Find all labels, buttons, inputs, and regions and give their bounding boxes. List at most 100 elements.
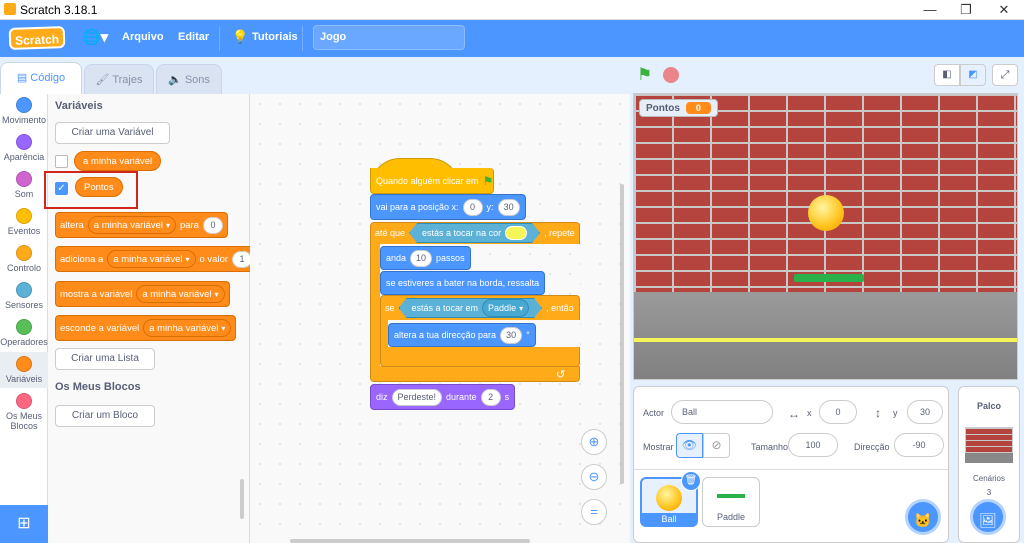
tab-code[interactable]: ▤ Código xyxy=(0,62,82,95)
close-button[interactable]: ✕ xyxy=(994,2,1014,18)
window-titlebar: Scratch 3.18.1 — ❐ ✕ xyxy=(0,0,1024,20)
scratch-logo[interactable]: Scratch xyxy=(8,26,66,50)
stage-title: Palco xyxy=(976,401,1001,411)
ball-thumbnail xyxy=(656,485,682,511)
touching-object-block[interactable]: estás a tocar em Paddle xyxy=(399,298,543,318)
move-steps-block[interactable]: anda 10 passos xyxy=(380,246,471,270)
make-variable-button[interactable]: Criar uma Variável xyxy=(55,122,170,144)
zoom-in-button[interactable]: ⊕ xyxy=(581,429,607,455)
block-palette: Variáveis Criar uma Variável a minha var… xyxy=(44,94,258,543)
y-input[interactable]: 30 xyxy=(907,400,943,424)
small-stage-icon[interactable]: ◧ xyxy=(934,64,960,86)
variable-monitor: Pontos 0 xyxy=(639,99,718,117)
tab-costumes[interactable]: 🖌 Trajes xyxy=(84,64,154,94)
restore-button[interactable]: ❐ xyxy=(956,2,976,18)
set-variable-block[interactable]: altera a minha variável para 0 xyxy=(55,212,228,238)
category-my-blocks[interactable]: Os Meus Blocos xyxy=(0,393,48,431)
backdrops-label: Cenários xyxy=(972,474,1005,483)
actor-label: Actor xyxy=(643,408,665,418)
loop-arrow-icon: ↺ xyxy=(556,369,566,381)
fullscreen-icon[interactable]: ⤢ xyxy=(992,64,1018,86)
large-stage-icon[interactable]: ◩ xyxy=(960,64,986,86)
yellow-line xyxy=(634,338,1017,342)
choose-backdrop-button[interactable]: 🖼 xyxy=(970,499,1006,535)
palette-scrollbar[interactable] xyxy=(240,479,244,519)
trash-icon[interactable]: 🗑 xyxy=(681,471,701,491)
backdrops-count: 3 xyxy=(986,488,992,497)
make-block-button[interactable]: Criar um Bloco xyxy=(55,405,155,427)
sprite-thumb-paddle[interactable]: Paddle xyxy=(702,477,760,527)
edit-menu[interactable]: Editar xyxy=(178,31,209,43)
control-dot-icon xyxy=(16,245,32,261)
choose-sprite-button[interactable]: 🐱 xyxy=(905,499,941,535)
variables-heading: Variáveis xyxy=(55,100,103,112)
touching-color-block[interactable]: estás a tocar na cor xyxy=(409,223,540,243)
category-looks[interactable]: Aparência xyxy=(0,134,48,162)
app-icon xyxy=(4,3,16,15)
paddle-sprite[interactable] xyxy=(794,274,864,282)
add-extension-button[interactable]: ⊞ xyxy=(0,505,48,543)
green-flag-icon[interactable]: ⚑ xyxy=(637,65,652,85)
show-eye-icon[interactable]: 👁 xyxy=(676,433,703,458)
sound-dot-icon xyxy=(16,171,32,187)
hide-variable-block[interactable]: esconde a variável a minha variável xyxy=(55,315,237,341)
size-label: Tamanho xyxy=(751,442,789,452)
var1-reporter[interactable]: a minha variável xyxy=(74,151,162,171)
stage-canvas[interactable]: Pontos 0 xyxy=(633,93,1018,380)
touching-target-dropdown[interactable]: Paddle xyxy=(482,299,529,317)
image-add-icon: 🖼 xyxy=(979,512,997,528)
zoom-out-button[interactable]: ⊖ xyxy=(581,464,607,490)
minimize-button[interactable]: — xyxy=(920,2,940,17)
code-hscrollbar[interactable] xyxy=(290,539,530,543)
category-menu: Movimento Aparência Som Eventos Controlo… xyxy=(0,94,48,543)
stop-icon[interactable] xyxy=(663,67,679,83)
ball-sprite[interactable] xyxy=(808,195,844,231)
x-input[interactable]: 0 xyxy=(819,400,857,424)
sprite-name-input[interactable]: Ball xyxy=(671,400,773,424)
category-operators[interactable]: Operadores xyxy=(0,319,48,347)
show-variable-block[interactable]: mostra a variável a minha variável xyxy=(55,281,230,307)
category-sound[interactable]: Som xyxy=(0,171,48,199)
variables-dot-icon xyxy=(16,356,32,372)
size-input[interactable]: 100 xyxy=(788,433,838,457)
sprite-name: Ball xyxy=(642,513,696,525)
if-header[interactable]: se estás a tocar em Paddle , então xyxy=(380,297,579,319)
tab-sounds[interactable]: 🔈 Sons xyxy=(156,64,222,94)
backdrop-ground xyxy=(965,453,1013,463)
change-variable-block[interactable]: adiciona a a minha variável o valor 1 xyxy=(55,246,258,272)
window-title: Scratch 3.18.1 xyxy=(20,3,98,17)
stage-selector[interactable]: Palco Cenários 3 🖼 xyxy=(958,386,1020,543)
category-variables[interactable]: Variáveis xyxy=(0,352,48,388)
sensing-dot-icon xyxy=(16,282,32,298)
globe-icon[interactable]: 🌐▾ xyxy=(82,28,108,46)
file-menu[interactable]: Arquivo xyxy=(122,31,164,43)
hide-eye-icon[interactable]: ⊘ xyxy=(703,433,730,458)
var2-checkbox[interactable]: ✓ xyxy=(55,182,68,195)
speaker-icon: 🔈 xyxy=(168,74,185,86)
var1-checkbox[interactable] xyxy=(55,155,68,168)
direction-label: Direcção xyxy=(854,442,890,452)
bounce-edge-block[interactable]: se estiveres a bater na borda, ressalta xyxy=(380,271,546,295)
code-area[interactable]: Quando alguém clicar em ⚑ vai para a posi… xyxy=(250,94,630,543)
category-events[interactable]: Eventos xyxy=(0,208,48,236)
category-sensing[interactable]: Sensores xyxy=(0,282,48,310)
project-title-input[interactable]: Jogo xyxy=(313,25,465,50)
say-for-secs-block[interactable]: diz Perdeste! durante 2 s xyxy=(370,384,516,410)
brush-icon: 🖌 xyxy=(95,74,113,86)
var2-reporter[interactable]: Pontos xyxy=(75,177,123,197)
direction-input[interactable]: -90 xyxy=(894,433,944,457)
make-list-button[interactable]: Criar uma Lista xyxy=(55,348,155,370)
goto-xy-block[interactable]: vai para a posição x: 0 y: 30 xyxy=(370,194,526,220)
operators-dot-icon xyxy=(16,319,32,335)
zoom-reset-button[interactable]: = xyxy=(581,499,607,525)
tutorials-menu[interactable]: Tutoriais xyxy=(252,31,298,43)
when-flag-clicked-block[interactable]: Quando alguém clicar em ⚑ xyxy=(370,168,494,194)
repeat-until-header[interactable]: até que estás a tocar na cor , repete xyxy=(370,222,580,244)
point-direction-block[interactable]: altera a tua direcção para 30 ° xyxy=(388,323,536,347)
paddle-thumbnail xyxy=(717,494,745,498)
category-control[interactable]: Controlo xyxy=(0,245,48,273)
category-motion[interactable]: Movimento xyxy=(0,97,48,125)
code-vscrollbar[interactable] xyxy=(620,184,624,484)
lightbulb-icon: 💡 xyxy=(232,29,249,44)
color-swatch[interactable] xyxy=(505,226,527,240)
